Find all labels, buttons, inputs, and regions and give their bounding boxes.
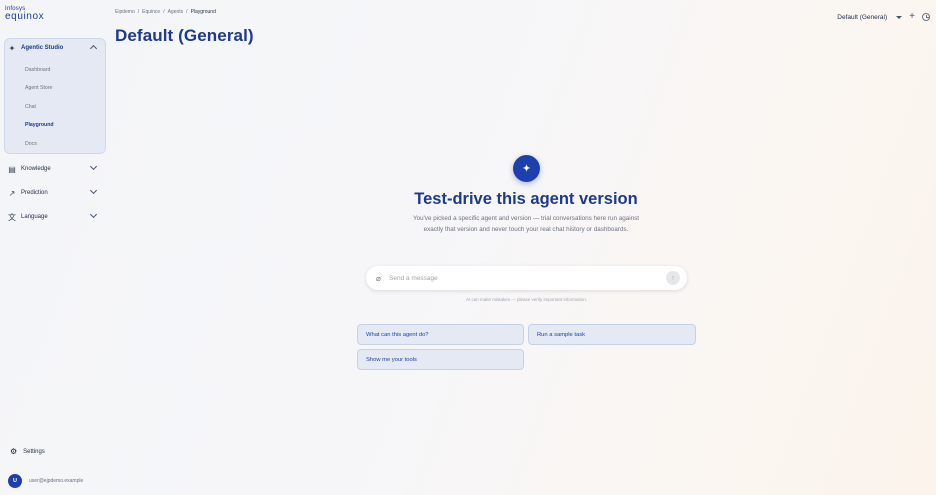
sidebar-item-label: Language	[21, 214, 48, 220]
breadcrumb-current: Playground	[190, 9, 216, 15]
history-icon[interactable]	[922, 13, 930, 21]
sidebar-subitem-playground[interactable]: Playground	[25, 122, 54, 128]
sidebar-item-language[interactable]: 文 Language	[6, 208, 102, 226]
chevron-down-icon	[89, 210, 98, 219]
page-title: Default (General)	[115, 26, 254, 45]
breadcrumb-item[interactable]: Eipdemo	[115, 9, 135, 15]
sidebar-item-agentic-studio[interactable]: ✦ Agentic Studio	[6, 39, 102, 57]
disclaimer: AI can make mistakes — please verify imp…	[465, 297, 588, 302]
book-icon: ▤	[8, 164, 16, 174]
chevron-up-icon	[89, 44, 98, 53]
suggestion-label: Show me your tools	[366, 356, 417, 363]
sidebar: Infosys equinox ✦ Agentic Studio Dashboa…	[0, 0, 110, 495]
breadcrumb-separator: /	[137, 9, 140, 15]
breadcrumb-item[interactable]: Equince	[142, 9, 160, 15]
chevron-down-icon	[89, 186, 98, 195]
logo-line2: equinox	[5, 11, 45, 22]
breadcrumb-separator: /	[186, 9, 188, 15]
message-input[interactable]	[389, 274, 649, 282]
hero-description: You've picked a specific agent and versi…	[412, 215, 640, 233]
suggestion-label: What can this agent do?	[366, 331, 429, 338]
sidebar-subitem-dashboard[interactable]: Dashboard	[25, 67, 50, 73]
suggestion-chip[interactable]: What can this agent do?	[357, 324, 524, 345]
agent-version-value: Default (General)	[837, 13, 888, 21]
settings-button[interactable]: ⚙ Settings	[10, 447, 45, 456]
gear-icon: ⚙	[10, 447, 18, 456]
plus-icon[interactable]: +	[909, 12, 915, 22]
sidebar-item-label: Agentic Studio	[21, 45, 64, 51]
breadcrumb: Eipdemo / Equince / Agents / Playground	[115, 9, 216, 15]
settings-label: Settings	[23, 448, 45, 455]
sidebar-item-knowledge[interactable]: ▤ Knowledge	[6, 160, 102, 178]
avatar: U	[8, 474, 22, 488]
sparkle-icon: ✦	[8, 43, 16, 53]
user-profile[interactable]: U user@ejpdemo.example	[8, 474, 83, 488]
user-email: user@ejpdemo.example	[29, 478, 84, 484]
logo[interactable]: Infosys equinox	[5, 6, 44, 22]
trend-icon: ↗	[8, 188, 16, 198]
paperclip-icon[interactable]: ⌀	[376, 274, 384, 283]
breadcrumb-separator: /	[163, 9, 165, 15]
suggestion-chip[interactable]: Run a sample task	[528, 324, 696, 345]
dropdown-arrow-icon	[896, 15, 903, 19]
sidebar-item-label: Knowledge	[21, 166, 51, 172]
send-button[interactable]: ↑	[666, 271, 680, 285]
suggestion-label: Run a sample task	[537, 331, 586, 338]
header-actions: Default (General) +	[837, 12, 930, 22]
sidebar-subitem-chat[interactable]: Chat	[25, 104, 36, 110]
agent-version-select[interactable]: Default (General)	[837, 13, 903, 21]
breadcrumb-item[interactable]: Agents	[168, 9, 184, 15]
sidebar-subitem-agent-store[interactable]: Agent Store	[25, 85, 52, 91]
sparkle-icon: ✦	[513, 155, 540, 182]
hero-title: Test-drive this agent version	[414, 190, 638, 208]
sidebar-item-label: Prediction	[21, 190, 48, 196]
suggestion-chip[interactable]: Show me your tools	[357, 349, 524, 370]
translate-icon: 文	[8, 212, 16, 222]
chevron-down-icon	[89, 162, 98, 171]
message-composer: ⌀ ↑	[366, 266, 687, 290]
sidebar-item-prediction[interactable]: ↗ Prediction	[6, 184, 102, 202]
sidebar-subitem-docs[interactable]: Docs	[25, 141, 37, 147]
